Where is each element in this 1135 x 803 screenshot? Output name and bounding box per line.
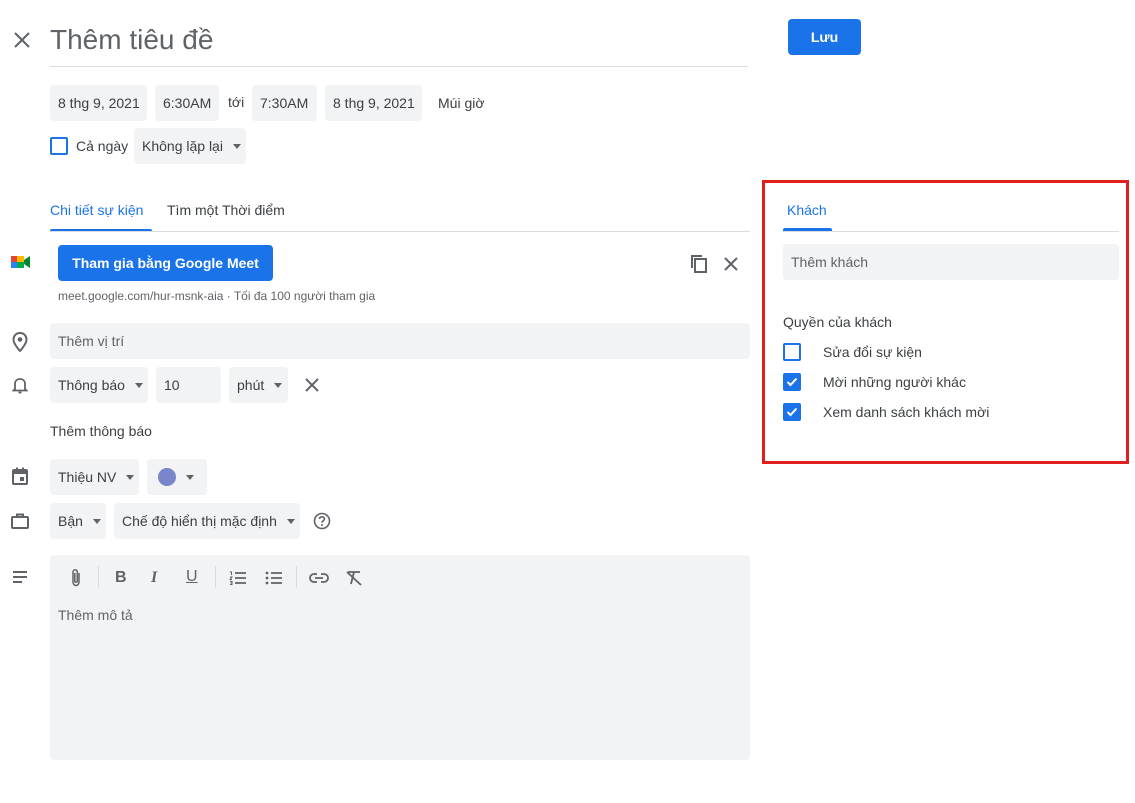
notification-amount: 10 [164,377,180,393]
notes-icon [10,569,30,585]
briefcase-icon [10,511,30,531]
copy-icon[interactable] [688,253,710,275]
notification-unit-dropdown[interactable]: phút [229,367,288,403]
tab-event-details[interactable]: Chi tiết sự kiện [50,202,143,218]
visibility-dropdown[interactable]: Chế độ hiển thị mặc định [114,503,300,539]
add-guests-placeholder: Thêm khách [791,254,869,270]
calendar-icon [10,466,30,486]
toolbar-separator [296,566,297,588]
description-placeholder: Thêm mô tả [58,607,133,623]
permission-invite-others-checkbox[interactable] [783,373,801,391]
title-underline [50,66,748,67]
end-date: 8 thg 9, 2021 [333,95,415,111]
location-input[interactable]: Thêm vị trí [50,323,750,359]
tab-find-time[interactable]: Tìm một Thời điểm [167,202,285,218]
end-time-chip[interactable]: 7:30AM [252,85,317,121]
chevron-down-icon [274,382,283,388]
meet-info: meet.google.com/hur-msnk-aia · Tối đa 10… [58,289,376,303]
toolbar-separator [98,566,99,588]
start-time: 6:30AM [163,95,212,111]
calendar-name: Thiệu NV [58,469,117,485]
permission-modify-event-label: Sửa đổi sự kiện [823,344,922,360]
attachment-icon[interactable] [66,567,86,589]
to-label: tới [228,94,245,110]
toolbar-separator [215,566,216,588]
guest-permissions-title: Quyền của khách [783,314,892,330]
visibility-value: Chế độ hiển thị mặc định [122,513,277,529]
permission-see-guest-list-checkbox[interactable] [783,403,801,421]
join-meet-label: Tham gia bằng Google Meet [72,255,259,271]
location-placeholder: Thêm vị trí [58,333,125,349]
all-day-checkbox[interactable] [50,137,68,155]
permission-invite-others-label: Mời những người khác [823,374,966,390]
chevron-down-icon [92,518,101,524]
link-icon[interactable] [308,569,330,587]
bulleted-list-icon[interactable] [264,569,284,587]
italic-button[interactable]: I [151,569,157,587]
save-button[interactable]: Lưu [788,19,861,55]
start-date: 8 thg 9, 2021 [58,95,140,111]
event-color-dot [158,468,176,486]
tab-guests[interactable]: Khách [787,202,827,218]
save-button-label: Lưu [810,29,839,45]
chevron-down-icon [126,474,135,480]
busy-status-dropdown[interactable]: Bận [50,503,106,539]
add-notification-link[interactable]: Thêm thông báo [50,423,152,439]
chevron-down-icon [186,474,194,480]
numbered-list-icon[interactable] [228,569,248,587]
end-time: 7:30AM [260,95,309,111]
start-time-chip[interactable]: 6:30AM [155,85,219,121]
help-circle-icon[interactable] [312,511,332,531]
chevron-down-icon [232,143,241,149]
join-meet-button[interactable]: Tham gia bằng Google Meet [58,245,273,281]
bold-button[interactable]: B [115,569,127,587]
close-icon[interactable] [10,28,34,52]
bell-icon [10,375,30,395]
notification-type: Thông báo [58,377,125,393]
add-guests-input[interactable]: Thêm khách [783,244,1119,280]
tabs-divider [50,231,750,232]
clear-formatting-icon[interactable] [344,569,364,587]
underline-button[interactable]: U [186,568,198,586]
permission-see-guest-list-label: Xem danh sách khách mời [823,404,990,420]
google-meet-icon [10,252,32,272]
chevron-down-icon [134,382,143,388]
start-date-chip[interactable]: 8 thg 9, 2021 [50,85,147,121]
all-day-label: Cả ngày [76,138,129,154]
remove-notification-icon[interactable] [302,375,322,395]
notification-type-dropdown[interactable]: Thông báo [50,367,148,403]
permission-modify-event-checkbox[interactable] [783,343,801,361]
notification-unit: phút [237,377,265,393]
timezone-link[interactable]: Múi giờ [438,95,485,111]
remove-meet-icon[interactable] [721,254,741,274]
notification-amount-input[interactable]: 10 [156,367,221,403]
calendar-dropdown[interactable]: Thiệu NV [50,459,139,495]
title-input[interactable]: Thêm tiêu đề [50,24,213,56]
guests-tab-divider [783,231,1119,232]
repeat-dropdown[interactable]: Không lặp lại [134,128,246,164]
busy-status: Bận [58,513,83,529]
end-date-chip[interactable]: 8 thg 9, 2021 [325,85,422,121]
location-pin-icon [10,331,30,353]
event-color-dropdown[interactable] [147,459,207,495]
repeat-value: Không lặp lại [142,138,223,154]
chevron-down-icon [286,518,295,524]
